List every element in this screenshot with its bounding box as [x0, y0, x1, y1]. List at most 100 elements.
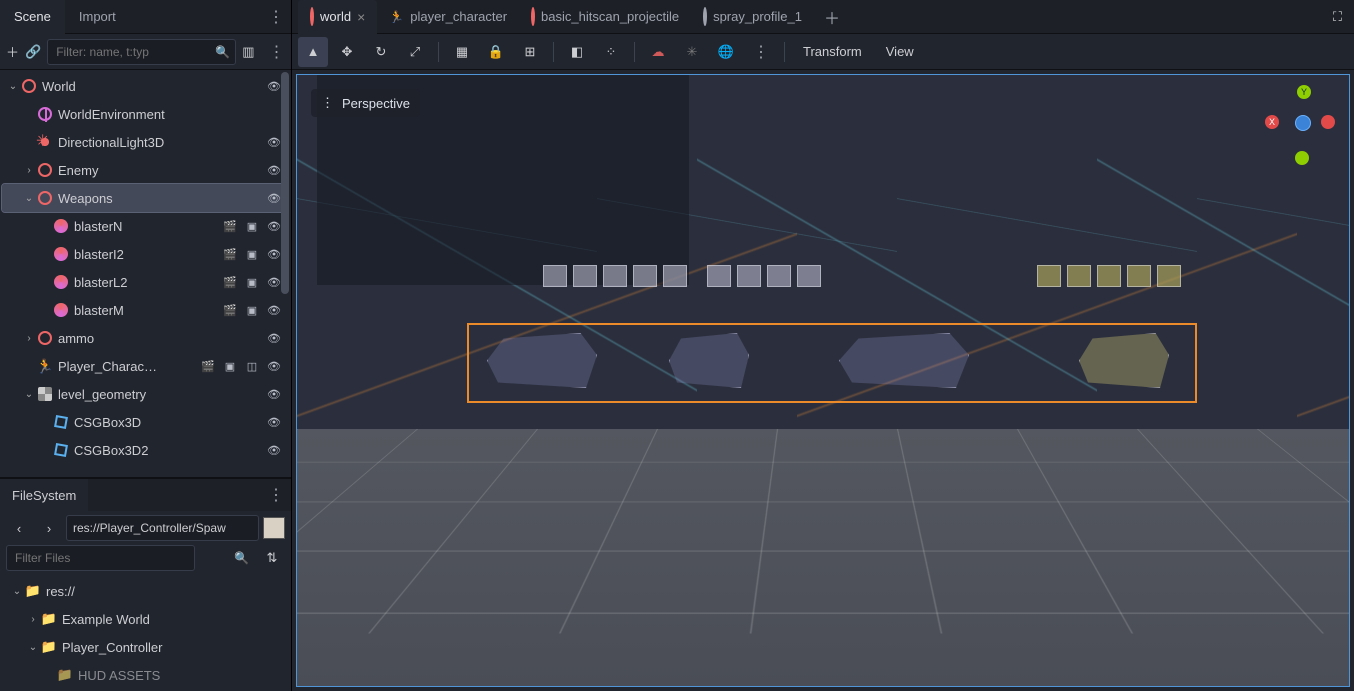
orientation-gizmo[interactable]: Y X — [1265, 85, 1335, 165]
instance-scene-button[interactable]: 🔗 — [25, 39, 41, 65]
viewport-weapon-mesh — [839, 333, 969, 388]
expand-arrow-icon[interactable]: ⌄ — [22, 193, 36, 204]
mesh-icon — [52, 301, 70, 319]
tree-node-csgbox3d[interactable]: CSGBox3D 👁 — [2, 408, 287, 436]
tab-import-label: Import — [79, 9, 116, 24]
nav-forward-button[interactable]: › — [36, 515, 62, 541]
scene-instance-icon[interactable]: 🎬 — [221, 301, 239, 319]
characterbody-icon: 🏃 — [36, 357, 54, 375]
tree-node-csgbox3d2[interactable]: CSGBox3D2 👁 — [2, 436, 287, 464]
scene-toolbar-menu-icon[interactable]: ⋮ — [261, 42, 292, 62]
close-tab-icon[interactable]: × — [357, 9, 365, 25]
tree-node-blasterl2[interactable]: blasterL2 🎬▣👁 — [2, 268, 287, 296]
viewport-menu-icon[interactable]: ⋮ — [745, 42, 776, 62]
globe-button[interactable]: 🌐 — [711, 37, 741, 67]
snap-tool-button[interactable]: ▦ — [447, 37, 477, 67]
viewport-3d[interactable]: ⋮ Perspective Y X — [296, 74, 1350, 687]
scale-tool-button[interactable]: ⤢ — [400, 37, 430, 67]
expand-arrow-icon[interactable]: ⌄ — [10, 586, 24, 597]
add-scene-tab-button[interactable]: ＋ — [814, 5, 850, 29]
misc-tool-button[interactable]: ⁘ — [596, 37, 626, 67]
sun-preview-button[interactable]: ☁ — [643, 37, 673, 67]
open-scene-tab-player-character[interactable]: 🏃 player_character — [377, 0, 519, 34]
filesystem-panel-menu-icon[interactable]: ⋮ — [260, 485, 291, 505]
cube-tool-button[interactable]: ◧ — [562, 37, 592, 67]
lock-tool-button[interactable]: 🔒 — [481, 37, 511, 67]
expand-arrow-icon[interactable]: › — [22, 165, 36, 176]
mesh-icon — [52, 245, 70, 263]
tree-node-weapons[interactable]: ⌄ Weapons 👁 — [2, 184, 287, 212]
script-icon[interactable]: ▣ — [243, 217, 261, 235]
resource-icon — [703, 9, 707, 24]
tree-node-blasteri2[interactable]: blasterI2 🎬▣👁 — [2, 240, 287, 268]
script-icon[interactable]: ▣ — [243, 245, 261, 263]
open-scene-tab-spray-profile[interactable]: spray_profile_1 — [691, 0, 814, 34]
env-preview-button[interactable]: ✳ — [677, 37, 707, 67]
scene-instance-icon[interactable]: 🎬 — [221, 217, 239, 235]
node-label: ammo — [58, 331, 265, 346]
expand-arrow-icon[interactable]: › — [26, 614, 40, 625]
node-label: Weapons — [58, 191, 265, 206]
scene-instance-icon[interactable]: 🎬 — [199, 357, 217, 375]
scene-filter-input[interactable] — [47, 39, 236, 65]
node3d-icon — [36, 161, 54, 179]
expand-arrow-icon[interactable]: ⌄ — [26, 642, 40, 653]
tab-import[interactable]: Import — [65, 0, 130, 34]
axis-z-handle[interactable] — [1295, 115, 1311, 131]
nav-back-button[interactable]: ‹ — [6, 515, 32, 541]
distraction-free-button[interactable]: ⛶ — [1327, 9, 1348, 25]
filesystem-path-input[interactable] — [66, 515, 259, 541]
tree-node-directionallight[interactable]: DirectionalLight3D 👁 — [2, 128, 287, 156]
viewport-crates — [1037, 265, 1181, 293]
tab-filesystem[interactable]: FileSystem — [0, 479, 88, 511]
script-icon[interactable]: ▣ — [243, 273, 261, 291]
axis-neg-x-handle[interactable] — [1321, 115, 1335, 129]
expand-arrow-icon[interactable]: › — [22, 333, 36, 344]
group-tool-button[interactable]: ⊞ — [515, 37, 545, 67]
script-icon[interactable]: ▣ — [243, 301, 261, 319]
color-preview-icon[interactable] — [263, 517, 285, 539]
tab-scene[interactable]: Scene — [0, 0, 65, 34]
tree-node-world[interactable]: ⌄ World 👁 — [2, 72, 287, 100]
expand-arrow-icon[interactable]: ⌄ — [22, 389, 36, 400]
tree-node-worldenvironment[interactable]: WorldEnvironment — [2, 100, 287, 128]
scene-tool-button[interactable]: ▥ — [242, 39, 254, 65]
select-tool-button[interactable]: ▲ — [298, 37, 328, 67]
scene-tree[interactable]: ⌄ World 👁 WorldEnvironment DirectionalLi… — [0, 70, 291, 466]
axis-y-handle[interactable]: Y — [1297, 85, 1311, 99]
tree-node-blasterm[interactable]: blasterM 🎬▣👁 — [2, 296, 287, 324]
search-icon: 🔍 — [215, 45, 230, 59]
axis-neg-y-handle[interactable] — [1295, 151, 1309, 165]
node3d-icon — [36, 329, 54, 347]
open-scene-tab-basic-hitscan[interactable]: basic_hitscan_projectile — [519, 0, 691, 34]
scene-instance-icon[interactable]: 🎬 — [221, 245, 239, 263]
scene-instance-icon[interactable]: 🎬 — [221, 273, 239, 291]
sort-button[interactable]: ⇅ — [259, 545, 285, 571]
fs-hud-assets[interactable]: 📁 HUD ASSETS — [6, 661, 285, 689]
open-scene-tab-world[interactable]: world × — [298, 0, 377, 34]
filesystem-filter-input[interactable] — [6, 545, 195, 571]
move-tool-button[interactable]: ✥ — [332, 37, 362, 67]
fs-root[interactable]: ⌄ 📁 res:// — [6, 577, 285, 605]
scene-tree-scrollbar[interactable] — [281, 72, 289, 475]
folder-icon: 📁 — [40, 638, 58, 656]
group-icon[interactable]: ◫ — [243, 357, 261, 375]
tree-node-blastern[interactable]: blasterN 🎬▣👁 — [2, 212, 287, 240]
add-node-button[interactable]: ＋ — [6, 39, 19, 65]
tree-node-ammo[interactable]: › ammo 👁 — [2, 324, 287, 352]
script-icon[interactable]: ▣ — [221, 357, 239, 375]
expand-arrow-icon[interactable]: ⌄ — [6, 81, 20, 92]
filesystem-tree[interactable]: ⌄ 📁 res:// › 📁 Example World ⌄ 📁 Player_… — [0, 575, 291, 691]
axis-x-handle[interactable]: X — [1265, 115, 1279, 129]
tree-node-level-geometry[interactable]: ⌄ level_geometry 👁 — [2, 380, 287, 408]
view-menu[interactable]: View — [876, 44, 924, 59]
scene-panel-menu-icon[interactable]: ⋮ — [260, 7, 291, 27]
transform-menu[interactable]: Transform — [793, 44, 872, 59]
fs-example-world[interactable]: › 📁 Example World — [6, 605, 285, 633]
fs-player-controller[interactable]: ⌄ 📁 Player_Controller — [6, 633, 285, 661]
tree-node-enemy[interactable]: › Enemy 👁 — [2, 156, 287, 184]
rotate-tool-button[interactable]: ↻ — [366, 37, 396, 67]
tree-node-player-character[interactable]: 🏃 Player_Charac… 🎬▣◫👁 — [2, 352, 287, 380]
scene-tab-label: basic_hitscan_projectile — [541, 9, 679, 24]
perspective-menu[interactable]: ⋮ Perspective — [311, 89, 420, 117]
